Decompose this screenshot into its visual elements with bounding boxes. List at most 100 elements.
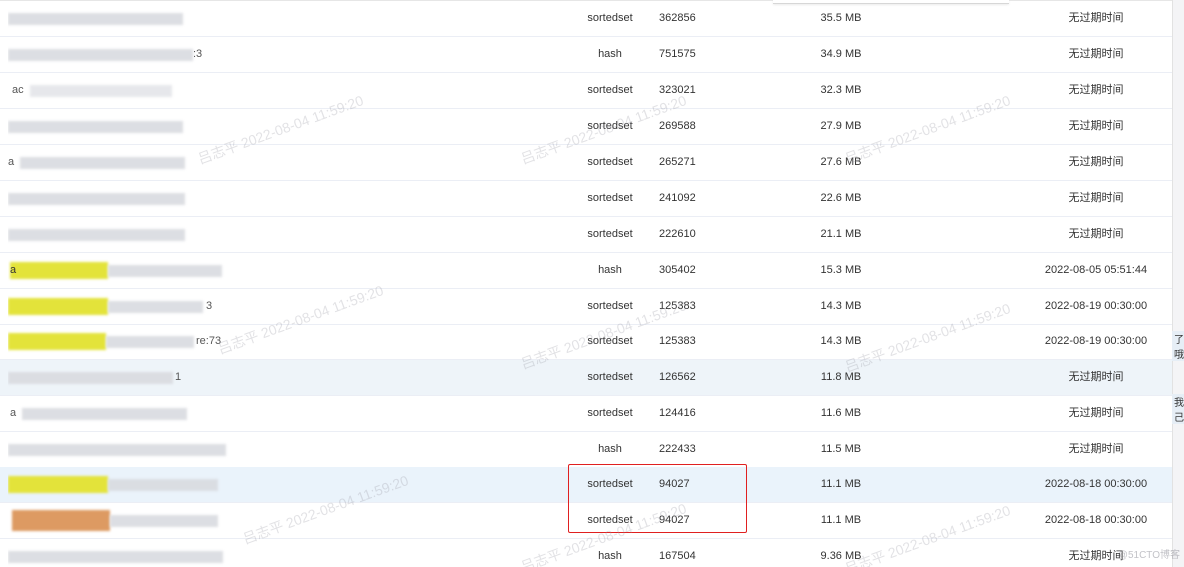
type-cell: sortedset (587, 371, 633, 383)
member-count-cell: 167504 (659, 550, 696, 562)
key-cell: re:73 (8, 324, 238, 359)
key-cell: a (8, 253, 238, 288)
redacted-key (22, 408, 187, 420)
redacted-key (108, 479, 218, 491)
redacted-key (8, 444, 226, 456)
type-cell: sortedset (587, 407, 633, 419)
type-cell: sortedset (587, 120, 633, 132)
size-cell: 15.3 MB (820, 264, 862, 276)
redacted-key (8, 193, 185, 205)
redacted-key (110, 515, 218, 527)
redacted-key (8, 551, 223, 563)
key-fragment: a (8, 156, 15, 168)
table-row[interactable]: :3 hash 751575 34.9 MB 无过期时间 (0, 37, 1172, 73)
table-row-selected[interactable]: sortedset 94027 11.1 MB 2022-08-18 00:30… (0, 467, 1172, 503)
table-row[interactable]: sortedset 269588 27.9 MB 无过期时间 (0, 109, 1172, 145)
size-cell: 32.3 MB (820, 84, 862, 96)
ttl-cell: 无过期时间 (1068, 48, 1124, 60)
table-row[interactable]: a sortedset 124416 11.6 MB 无过期时间 (0, 396, 1172, 432)
redacted-key (108, 301, 203, 313)
redacted-key (20, 157, 185, 169)
member-count-cell: 222610 (659, 228, 696, 240)
ttl-cell: 无过期时间 (1068, 156, 1124, 168)
type-cell: sortedset (587, 514, 633, 526)
key-fragment: ac (12, 84, 24, 96)
ttl-cell: 2022-08-19 00:30:00 (1044, 300, 1148, 312)
key-cell (8, 432, 238, 467)
type-cell: hash (598, 264, 622, 276)
table-row[interactable]: 3 sortedset 125383 14.3 MB 2022-08-19 00… (0, 289, 1172, 325)
type-cell: sortedset (587, 192, 633, 204)
ttl-cell: 无过期时间 (1068, 84, 1124, 96)
key-cell (8, 467, 238, 502)
side-message-fragment: 了哦 (1172, 331, 1184, 361)
size-cell: 14.3 MB (820, 335, 862, 347)
member-count-cell: 222433 (659, 443, 696, 455)
redacted-key (106, 336, 194, 348)
table-row[interactable]: sortedset 241092 22.6 MB 无过期时间 (0, 181, 1172, 217)
ttl-cell: 无过期时间 (1068, 407, 1124, 419)
type-cell: sortedset (587, 12, 633, 24)
redacted-key (8, 49, 193, 61)
size-cell: 11.1 MB (820, 478, 862, 490)
type-cell: sortedset (587, 84, 633, 96)
size-cell: 14.3 MB (820, 300, 862, 312)
type-cell: hash (598, 48, 622, 60)
redacted-key (8, 372, 173, 384)
highlighter-mark (10, 262, 108, 279)
table-row[interactable]: a hash 305402 15.3 MB 2022-08-05 05:51:4… (0, 253, 1172, 289)
member-count-cell: 125383 (659, 335, 696, 347)
size-cell: 11.8 MB (820, 371, 862, 383)
type-cell: sortedset (587, 228, 633, 240)
table-row[interactable]: hash 222433 11.5 MB 无过期时间 (0, 432, 1172, 468)
member-count-cell: 124416 (659, 407, 696, 419)
member-count-cell: 305402 (659, 264, 696, 276)
size-cell: 27.9 MB (820, 120, 862, 132)
member-count-cell: 362856 (659, 12, 696, 24)
site-watermark: @51CTO博客 (1117, 550, 1180, 561)
size-cell: 35.5 MB (820, 12, 862, 24)
redacted-key (30, 85, 172, 97)
table-row[interactable]: sortedset 94027 11.1 MB 2022-08-18 00:30… (0, 503, 1172, 539)
ttl-cell: 2022-08-05 05:51:44 (1044, 264, 1148, 276)
type-cell: hash (598, 443, 622, 455)
side-panel-edge (1172, 0, 1184, 567)
ttl-cell: 2022-08-19 00:30:00 (1044, 335, 1148, 347)
ttl-cell: 无过期时间 (1068, 120, 1124, 132)
key-cell: :3 (8, 37, 238, 72)
size-cell: 11.6 MB (820, 407, 862, 419)
ttl-cell: 无过期时间 (1068, 443, 1124, 455)
key-fragment: :3 (193, 48, 203, 60)
member-count-cell: 751575 (659, 48, 696, 60)
table-row[interactable]: hash 167504 9.36 MB 无过期时间 (0, 539, 1172, 567)
key-cell: 3 (8, 289, 238, 324)
key-fragment: 3 (206, 300, 213, 312)
highlighter-mark (8, 333, 106, 350)
key-cell: a (8, 145, 238, 180)
key-cell: a (8, 396, 238, 431)
table-row[interactable]: sortedset 222610 21.1 MB 无过期时间 (0, 217, 1172, 253)
table-row[interactable]: re:73 sortedset 125383 14.3 MB 2022-08-1… (0, 324, 1172, 360)
member-count-cell: 126562 (659, 371, 696, 383)
type-cell: sortedset (587, 156, 633, 168)
ttl-cell: 2022-08-18 00:30:00 (1044, 514, 1148, 526)
type-cell: sortedset (587, 478, 633, 490)
key-cell (8, 217, 238, 252)
member-count-cell: 323021 (659, 84, 696, 96)
key-cell (8, 1, 238, 36)
redacted-key (8, 229, 185, 241)
table-row[interactable]: sortedset 362856 35.5 MB 无过期时间 (0, 1, 1172, 37)
highlighter-mark (12, 510, 110, 531)
member-count-cell: 241092 (659, 192, 696, 204)
key-cell (8, 109, 238, 144)
table-row[interactable]: a sortedset 265271 27.6 MB 无过期时间 (0, 145, 1172, 181)
member-count-cell: 94027 (659, 514, 690, 526)
redacted-key (108, 265, 222, 277)
type-cell: sortedset (587, 335, 633, 347)
table-row[interactable]: ac sortedset 323021 32.3 MB 无过期时间 (0, 73, 1172, 109)
key-fragment: a (10, 407, 17, 419)
side-message-fragment: 我己 (1172, 394, 1184, 424)
member-count-cell: 265271 (659, 156, 696, 168)
ttl-cell: 无过期时间 (1068, 371, 1124, 383)
table-row-hovered[interactable]: 1 sortedset 126562 11.8 MB 无过期时间 (0, 360, 1172, 396)
